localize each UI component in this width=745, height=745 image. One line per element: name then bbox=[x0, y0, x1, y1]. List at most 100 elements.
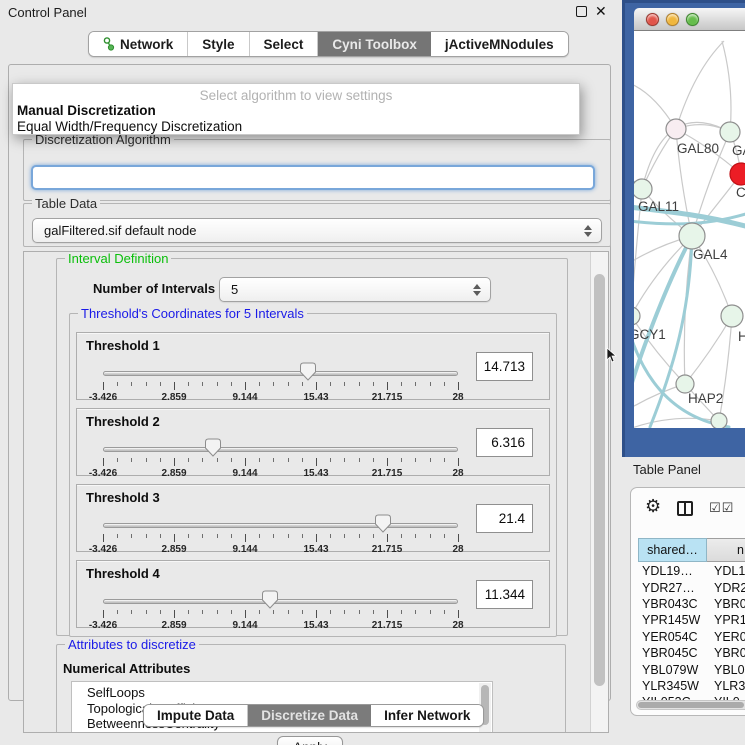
threshold-value-field[interactable]: 14.713 bbox=[476, 352, 533, 381]
slider-thumb[interactable] bbox=[299, 362, 316, 381]
dropdown-option-equal-width-frequency-discretization[interactable]: Equal Width/Frequency Discretization bbox=[15, 119, 577, 135]
table-cell[interactable]: YPR145W bbox=[638, 613, 707, 627]
tab-label: Discretize Data bbox=[261, 708, 358, 723]
table-hscrollbar[interactable] bbox=[636, 700, 745, 710]
slider-tick bbox=[231, 534, 232, 538]
dropdown-option-manual-discretization[interactable]: Manual Discretization bbox=[15, 103, 577, 119]
slider-track[interactable] bbox=[103, 447, 458, 452]
table-cell[interactable]: YBR0 bbox=[707, 597, 745, 611]
slider-tick bbox=[174, 534, 175, 542]
table-row[interactable]: YBR045CYBR0 bbox=[638, 645, 745, 661]
table-cell[interactable]: YER054C bbox=[638, 630, 707, 644]
panel-scrollbar-thumb[interactable] bbox=[594, 274, 605, 686]
zoom-traffic-light-icon[interactable] bbox=[686, 13, 699, 26]
table-row[interactable]: YBL079WYBL0 bbox=[638, 661, 745, 677]
select-columns-icon[interactable]: ☑☑ bbox=[709, 500, 734, 516]
network-view-window: GAL80GACGAL11GAL4GCY1HHAP2 bbox=[622, 0, 745, 457]
tab-jactivemnodules[interactable]: jActiveMNodules bbox=[431, 32, 568, 56]
network-node-ga[interactable] bbox=[720, 122, 740, 142]
minimize-traffic-light-icon[interactable] bbox=[666, 13, 679, 26]
table-row[interactable]: YER054CYER0 bbox=[638, 629, 745, 645]
algorithm-combobox[interactable] bbox=[31, 165, 595, 190]
slider-tick bbox=[330, 382, 331, 386]
stepper-icon[interactable] bbox=[470, 278, 484, 301]
column-header-n[interactable]: n bbox=[707, 538, 745, 562]
network-node-gcy1[interactable] bbox=[634, 307, 640, 325]
table-row[interactable]: YDL19…YDL1 bbox=[638, 563, 745, 579]
table-cell[interactable]: YBR043C bbox=[638, 597, 707, 611]
network-node-gal11[interactable] bbox=[634, 179, 652, 199]
table-cell[interactable]: YDR2 bbox=[707, 581, 745, 595]
slider-tick bbox=[444, 534, 445, 538]
network-node-gal80[interactable] bbox=[666, 119, 686, 139]
slider-tick-label: 2.859 bbox=[161, 392, 186, 403]
slider-thumb[interactable] bbox=[261, 590, 278, 609]
slider-tick-label: 15.43 bbox=[303, 544, 328, 555]
table-cell[interactable]: YDL19… bbox=[638, 564, 707, 578]
slider-tick bbox=[359, 534, 360, 538]
network-view-content[interactable]: GAL80GACGAL11GAL4GCY1HHAP2 bbox=[634, 31, 745, 428]
tab-infer-network[interactable]: Infer Network bbox=[371, 705, 483, 726]
network-node-gal4[interactable] bbox=[679, 223, 705, 249]
tab-network[interactable]: Network bbox=[89, 32, 188, 56]
slider-thumb[interactable] bbox=[205, 438, 222, 457]
tab-style[interactable]: Style bbox=[188, 32, 249, 56]
float-window-icon[interactable] bbox=[576, 6, 587, 17]
table-cell[interactable]: YBL0 bbox=[707, 663, 745, 677]
table-row[interactable]: YPR145WYPR1 bbox=[638, 612, 745, 628]
network-node[interactable] bbox=[711, 413, 727, 428]
threshold-4-slider[interactable]: -3.4262.8599.14415.4321.71528 bbox=[103, 591, 458, 629]
slider-tick bbox=[103, 382, 104, 390]
table-hscrollbar-thumb[interactable] bbox=[638, 702, 744, 708]
table-cell[interactable]: YDR27… bbox=[638, 581, 707, 595]
gear-icon[interactable]: ⚙ bbox=[645, 496, 661, 517]
threshold-value-field[interactable]: 21.4 bbox=[476, 504, 533, 533]
column-header-shared[interactable]: shared… bbox=[638, 538, 707, 562]
table-row[interactable]: YBR043CYBR0 bbox=[638, 596, 745, 612]
network-edge[interactable] bbox=[676, 41, 724, 129]
slider-tick bbox=[330, 458, 331, 462]
tab-impute-data[interactable]: Impute Data bbox=[144, 705, 248, 726]
table-cell[interactable]: YBR0 bbox=[707, 646, 745, 660]
threshold-2-slider[interactable]: -3.4262.8599.14415.4321.71528 bbox=[103, 439, 458, 477]
tab-select[interactable]: Select bbox=[250, 32, 319, 56]
stepper-icon[interactable] bbox=[581, 219, 595, 242]
table-cell[interactable]: YLR3 bbox=[707, 679, 745, 693]
split-columns-icon[interactable] bbox=[677, 501, 693, 516]
network-edge[interactable] bbox=[722, 41, 731, 132]
tab-discretize-data[interactable]: Discretize Data bbox=[248, 705, 371, 726]
settings-scroll-panel: Interval Definition Number of Intervals … bbox=[23, 251, 609, 733]
table-row[interactable]: YDR27…YDR2 bbox=[638, 579, 745, 595]
network-window-titlebar[interactable] bbox=[634, 8, 745, 31]
panel-scrollbar[interactable] bbox=[590, 252, 608, 732]
attribute-item-selfloops[interactable]: SelfLoops bbox=[72, 685, 492, 701]
number-of-intervals-combobox[interactable]: 5 bbox=[219, 277, 491, 302]
slider-tick bbox=[359, 610, 360, 614]
slider-tick bbox=[330, 610, 331, 614]
slider-tick bbox=[430, 382, 431, 386]
table-cell[interactable]: YPR1 bbox=[707, 613, 745, 627]
slider-thumb[interactable] bbox=[375, 514, 392, 533]
slider-track[interactable] bbox=[103, 523, 458, 528]
table-cell[interactable]: YBR045C bbox=[638, 646, 707, 660]
slider-track[interactable] bbox=[103, 599, 458, 604]
slider-track[interactable] bbox=[103, 371, 458, 376]
network-node-h[interactable] bbox=[721, 305, 743, 327]
threshold-3-slider[interactable]: -3.4262.8599.14415.4321.71528 bbox=[103, 515, 458, 553]
close-traffic-light-icon[interactable] bbox=[646, 13, 659, 26]
table-cell[interactable]: YER0 bbox=[707, 630, 745, 644]
network-edge[interactable] bbox=[685, 316, 732, 384]
table-data-combobox[interactable]: galFiltered.sif default node bbox=[32, 218, 602, 243]
close-icon[interactable]: ✕ bbox=[595, 3, 607, 20]
table-cell[interactable]: YDL1 bbox=[707, 564, 745, 578]
table-cell[interactable]: YBL079W bbox=[638, 663, 707, 677]
table-cell[interactable]: YLR345W bbox=[638, 679, 707, 693]
apply-button[interactable]: Apply bbox=[277, 736, 343, 745]
threshold-1-slider[interactable]: -3.4262.8599.14415.4321.71528 bbox=[103, 363, 458, 401]
network-edge[interactable] bbox=[634, 236, 692, 316]
table-row[interactable]: YLR345WYLR3 bbox=[638, 678, 745, 694]
tab-cyni-toolbox[interactable]: Cyni Toolbox bbox=[318, 32, 431, 56]
node-label: GAL4 bbox=[693, 247, 728, 262]
threshold-value-field[interactable]: 6.316 bbox=[476, 428, 533, 457]
threshold-value-field[interactable]: 11.344 bbox=[476, 580, 533, 609]
